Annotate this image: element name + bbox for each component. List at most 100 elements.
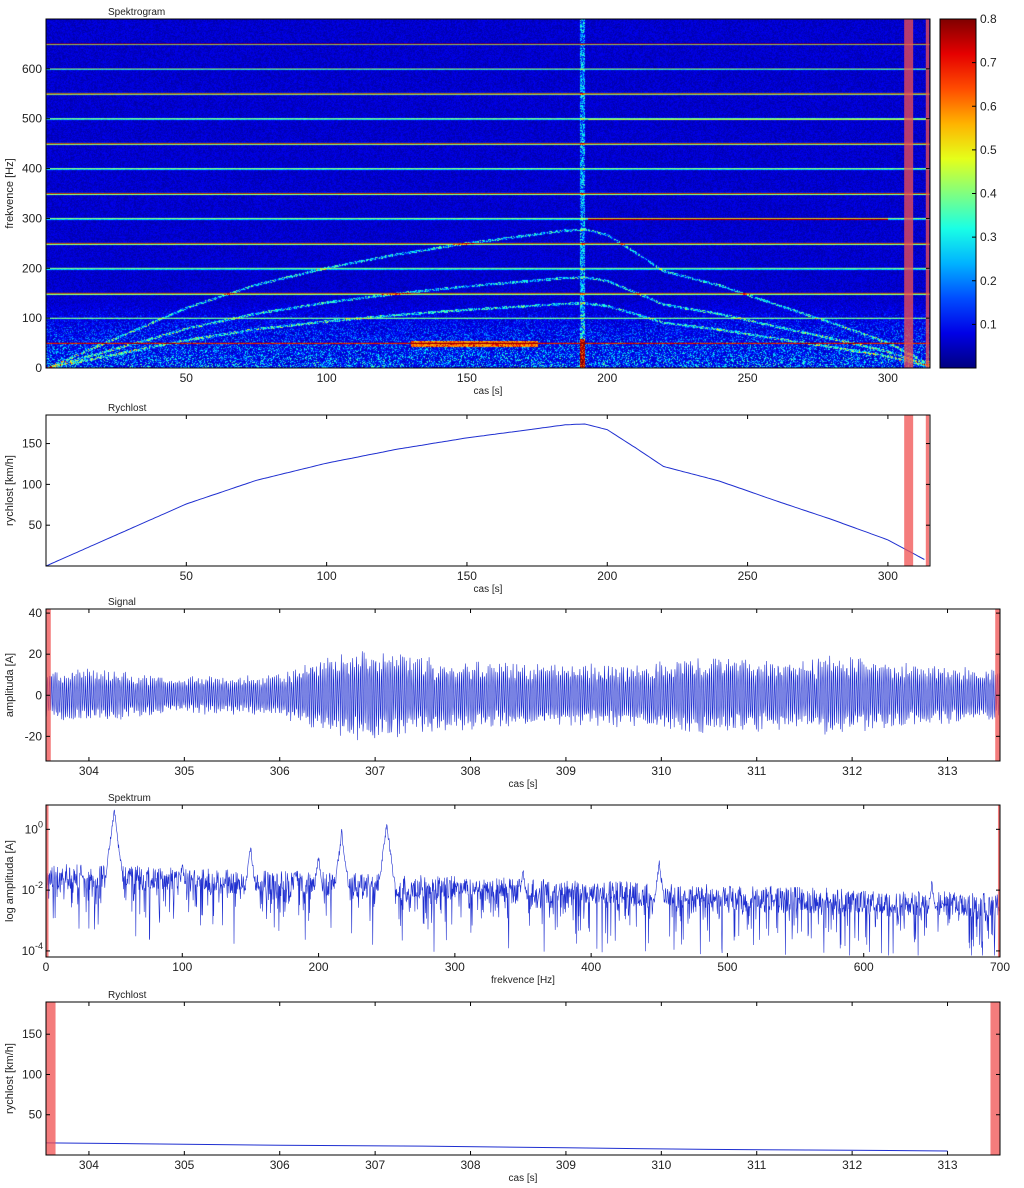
highlight-band bbox=[990, 1002, 1000, 1155]
chart-title: Rychlost bbox=[108, 403, 147, 414]
x-tick-label: 304 bbox=[79, 764, 99, 778]
x-tick-label: 311 bbox=[747, 764, 766, 778]
y-tick-label: 100 bbox=[22, 477, 42, 491]
x-tick-label: 304 bbox=[79, 1158, 99, 1172]
chart-title: Spektrum bbox=[108, 793, 151, 804]
highlight-band bbox=[925, 19, 930, 368]
x-tick-label: 307 bbox=[365, 1158, 385, 1172]
x-tick-label: 313 bbox=[938, 1158, 958, 1172]
highlight-band bbox=[46, 1002, 56, 1155]
y-tick-label: 100 bbox=[25, 819, 43, 836]
y-tick-label: 150 bbox=[22, 437, 42, 451]
x-tick-label: 312 bbox=[842, 764, 862, 778]
x-tick-label: 50 bbox=[180, 569, 194, 583]
y-tick-label: 40 bbox=[29, 606, 43, 620]
highlight-band bbox=[46, 609, 51, 761]
x-tick-label: 100 bbox=[172, 960, 192, 974]
y-tick-exponent: -2 bbox=[35, 880, 43, 890]
panel-rychlost-2: Rychlost cas [s] rychlost [km/h] 304 305 306 3… bbox=[4, 990, 1001, 1184]
y-tick-label: 150 bbox=[22, 1027, 42, 1041]
y-tick-label: 600 bbox=[22, 62, 42, 76]
highlight-band bbox=[904, 19, 914, 368]
x-tick-label: 600 bbox=[854, 960, 874, 974]
colorbar-tick-label: 0.1 bbox=[980, 317, 997, 331]
x-tick-label: 250 bbox=[738, 371, 758, 385]
y-tick-label: 500 bbox=[22, 112, 42, 126]
x-tick-label: 200 bbox=[597, 371, 617, 385]
x-tick-label: 306 bbox=[270, 764, 290, 778]
y-tick-label: 10-2 bbox=[22, 880, 43, 897]
x-axis-label: cas [s] bbox=[474, 386, 503, 397]
panel-spektrogram: Spektrogram cas [s] frekvence [Hz] 50 100 150… bbox=[4, 7, 997, 397]
y-axis-label: rychlost [km/h] bbox=[4, 455, 16, 526]
x-tick-label: 313 bbox=[938, 764, 958, 778]
x-tick-label: 500 bbox=[717, 960, 737, 974]
y-tick-label: 50 bbox=[29, 518, 43, 532]
colorbar-tick-label: 0.3 bbox=[980, 230, 997, 244]
y-axis-label: amplituda [A] bbox=[4, 653, 16, 717]
y-tick-label: 20 bbox=[29, 647, 43, 661]
y-tick-label: 0 bbox=[35, 688, 42, 702]
x-tick-label: 700 bbox=[990, 960, 1010, 974]
x-tick-label: 307 bbox=[365, 764, 385, 778]
y-axis-label: rychlost [km/h] bbox=[4, 1043, 16, 1114]
x-tick-label: 50 bbox=[180, 371, 194, 385]
y-tick-exponent: -4 bbox=[35, 941, 43, 951]
x-tick-label: 310 bbox=[651, 764, 671, 778]
x-tick-label: 150 bbox=[457, 569, 477, 583]
highlight-band bbox=[995, 609, 1000, 761]
x-axis-label: cas [s] bbox=[509, 779, 538, 790]
y-tick-label: 10-4 bbox=[22, 941, 43, 958]
x-tick-label: 100 bbox=[317, 569, 337, 583]
y-tick-label: 300 bbox=[22, 211, 42, 225]
x-tick-label: 305 bbox=[174, 1158, 194, 1172]
y-axis-label: log amplituda [A] bbox=[4, 840, 16, 922]
x-tick-label: 310 bbox=[651, 1158, 671, 1172]
y-tick-exponent: 0 bbox=[38, 819, 43, 829]
x-axis-label: cas [s] bbox=[474, 584, 503, 595]
colorbar-tick-label: 0.8 bbox=[980, 12, 997, 26]
x-tick-label: 200 bbox=[597, 569, 617, 583]
colorbar-tick-label: 0.7 bbox=[980, 56, 997, 70]
y-tick-label: 400 bbox=[22, 162, 42, 176]
x-tick-label: 308 bbox=[461, 764, 481, 778]
x-tick-label: 250 bbox=[738, 569, 758, 583]
highlight-band bbox=[925, 415, 930, 566]
chart-canvas: Spektrogram cas [s] frekvence [Hz] 50 100 150… bbox=[4, 7, 1010, 1184]
colorbar-tick-label: 0.2 bbox=[980, 274, 997, 288]
highlight-band bbox=[904, 415, 914, 566]
y-tick-label: 200 bbox=[22, 261, 42, 275]
x-tick-label: 309 bbox=[556, 764, 576, 778]
colorbar-tick-label: 0.4 bbox=[980, 187, 997, 201]
x-tick-label: 400 bbox=[581, 960, 601, 974]
x-axis-label: cas [s] bbox=[509, 1173, 538, 1184]
x-tick-label: 150 bbox=[457, 371, 477, 385]
chart-title: Rychlost bbox=[108, 990, 147, 1001]
y-tick-label: -20 bbox=[25, 729, 43, 743]
chart-title: Signal bbox=[108, 597, 136, 608]
x-tick-label: 300 bbox=[878, 569, 898, 583]
x-tick-label: 309 bbox=[556, 1158, 576, 1172]
plot-area bbox=[46, 415, 930, 566]
y-tick-label: 50 bbox=[29, 1108, 43, 1122]
x-tick-label: 300 bbox=[878, 371, 898, 385]
x-tick-label: 312 bbox=[842, 1158, 862, 1172]
x-tick-label: 100 bbox=[317, 371, 337, 385]
panel-spektrum: Spektrum frekvence [Hz] log amplituda [A] 0… bbox=[4, 793, 1010, 986]
y-tick-label: 100 bbox=[22, 311, 42, 325]
x-tick-label: 200 bbox=[309, 960, 329, 974]
x-tick-label: 308 bbox=[461, 1158, 481, 1172]
plot-area bbox=[46, 1002, 1000, 1155]
colorbar-tick-label: 0.5 bbox=[980, 143, 997, 157]
y-tick-label: 100 bbox=[22, 1067, 42, 1081]
panel-rychlost-1: Rychlost cas [s] rychlost [km/h] 50 100 150 20… bbox=[4, 403, 931, 595]
x-axis-label: frekvence [Hz] bbox=[491, 975, 555, 986]
panel-signal: Signal cas [s] amplituda [A] 304 305 306 307 30… bbox=[4, 597, 1001, 790]
colorbar-tick-label: 0.6 bbox=[980, 99, 997, 113]
y-tick-label: 0 bbox=[35, 361, 42, 375]
x-tick-label: 0 bbox=[43, 960, 50, 974]
x-tick-label: 300 bbox=[445, 960, 465, 974]
y-axis-label: frekvence [Hz] bbox=[4, 158, 16, 228]
chart-title: Spektrogram bbox=[108, 7, 165, 18]
x-tick-label: 311 bbox=[747, 1158, 766, 1172]
